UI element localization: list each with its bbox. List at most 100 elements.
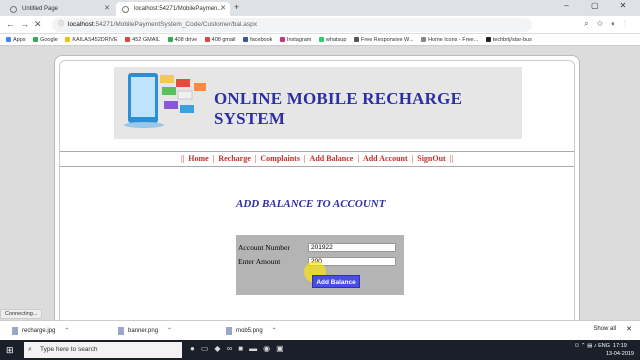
taskbar-clock[interactable]: 17:19 13-04-2019 [606, 342, 634, 358]
browser-toolbar: ← → ✕ ⓘ localhost:54271/MobilePaymentSys… [0, 16, 640, 34]
gmail-icon [204, 37, 210, 42]
system-tray: ⚇ ⌃ ▤ ♪ ENG [574, 343, 610, 349]
menu-add-account[interactable]: Add Account [363, 154, 408, 163]
drive-icon [167, 37, 173, 42]
clock-time: 17:19 [613, 343, 627, 349]
window-controls: – ▢ ✕ [554, 1, 636, 10]
github-icon [485, 37, 491, 42]
bookmark-facebook[interactable]: facebook [243, 34, 272, 46]
terminal-icon[interactable]: ■ [238, 344, 249, 353]
home-icon [421, 37, 427, 42]
page-viewport: ONLINE MOBILE RECHARGE SYSTEM || Home | Rec… [0, 46, 640, 320]
bookmarks-bar: Apps Google KAILAS452DRIVE 452 GMAIL 408… [0, 34, 640, 46]
clock-date: 13-04-2019 [605, 351, 634, 357]
google-icon [33, 37, 39, 42]
task-view-icon[interactable]: ▭ [201, 344, 215, 353]
star-icon[interactable]: ☆ [597, 19, 612, 28]
bookmark-google[interactable]: Google [33, 34, 58, 46]
page-favicon-icon [122, 6, 129, 13]
file-icon [226, 327, 232, 335]
search-placeholder: Type here to search [40, 346, 98, 353]
chevron-up-icon[interactable]: ⌃ [272, 325, 277, 337]
volume-icon[interactable]: ♪ [594, 343, 597, 349]
menu-complaints[interactable]: Complaints [260, 154, 300, 163]
close-window-button[interactable]: ✕ [610, 1, 636, 10]
whatsapp-icon [318, 37, 324, 42]
add-balance-button[interactable]: Add Balance [312, 275, 360, 288]
site-title: ONLINE MOBILE RECHARGE SYSTEM [214, 89, 463, 128]
bookmark-free-responsive[interactable]: Free Responsive W... [353, 34, 414, 46]
maximize-button[interactable]: ▢ [582, 1, 608, 10]
tab-title: localhost:54271/MobilePaymen... [134, 6, 223, 12]
bookmark-408-gmail[interactable]: 408 gmail [204, 34, 236, 46]
browser-tab-untitled[interactable]: Untitled Page ✕ [4, 2, 114, 16]
close-tab-icon[interactable]: ✕ [104, 2, 110, 16]
close-tab-icon[interactable]: ✕ [220, 2, 226, 16]
show-all-downloads-button[interactable]: Show all [593, 326, 616, 332]
microphone-icon[interactable]: ● [190, 344, 201, 353]
drive-icon [65, 37, 71, 42]
amount-label: Enter Amount [238, 257, 281, 266]
search-icon: ⌕ [28, 346, 32, 353]
mobile-recharge-graphic-icon [124, 73, 206, 128]
search-icon[interactable]: ⌕ [584, 19, 596, 28]
forward-arrow-icon[interactable]: → [20, 19, 29, 29]
account-number-input[interactable]: 201922 [308, 243, 396, 252]
bookmark-408-drive[interactable]: 408 drive [167, 34, 197, 46]
menu-signout[interactable]: SignOut [417, 154, 445, 163]
web-icon [353, 37, 359, 42]
app-icon[interactable]: ▣ [276, 344, 290, 353]
bookmark-instagram[interactable]: Instagram [279, 34, 311, 46]
chrome-icon[interactable]: ◉ [263, 344, 276, 353]
stop-loading-icon[interactable]: ✕ [34, 19, 42, 30]
url-path: :54271/MobilePaymentSystem_Code/Customer… [93, 21, 257, 28]
page-container: ONLINE MOBILE RECHARGE SYSTEM || Home | Rec… [54, 55, 580, 320]
browser-tab-active[interactable]: localhost:54271/MobilePaymen... ✕ [116, 2, 230, 16]
people-icon[interactable]: ⚇ [574, 343, 579, 349]
new-tab-button[interactable]: + [234, 2, 239, 12]
minimize-button[interactable]: – [554, 1, 580, 10]
menu-icon[interactable]: ⋮ [624, 19, 634, 28]
chevron-up-icon[interactable]: ⌃ [167, 325, 172, 337]
tab-title: Untitled Page [22, 6, 59, 12]
toolbar-icons: ⌕☆◐⋮ [584, 19, 634, 29]
bookmark-whatsup[interactable]: whatsup [318, 34, 346, 46]
windows-start-icon[interactable]: ⊞ [6, 345, 14, 356]
network-icon[interactable]: ▤ [587, 343, 592, 349]
taskbar: ⊞ ⌕ Type here to search ●▭◆∞■▬◉▣ ⚇ ⌃ ▤ ♪… [0, 340, 640, 360]
page-frame: ONLINE MOBILE RECHARGE SYSTEM || Home | Rec… [59, 60, 575, 320]
facebook-icon [243, 37, 249, 42]
download-item[interactable]: recharge.jpg ⌃ [12, 325, 69, 337]
gmail-icon [125, 37, 131, 42]
menu-recharge[interactable]: Recharge [218, 154, 250, 163]
file-explorer-icon[interactable]: ▬ [249, 344, 263, 353]
status-bubble: Connecting... [0, 309, 43, 319]
page-favicon-icon [10, 6, 17, 13]
chevron-up-icon[interactable]: ⌃ [581, 343, 586, 349]
chevron-up-icon[interactable]: ⌃ [64, 325, 69, 337]
photo-app-icon[interactable]: ◆ [214, 344, 226, 353]
download-filename: mob5.png [236, 328, 263, 334]
back-arrow-icon[interactable]: ← [6, 19, 15, 29]
bookmark-kailas-drive[interactable]: KAILAS452DRIVE [65, 34, 118, 46]
info-icon[interactable]: ⓘ [58, 18, 64, 32]
bookmark-techbrij[interactable]: techbrij/star-bus [485, 34, 532, 46]
download-item[interactable]: mob5.png ⌃ [226, 325, 277, 337]
bookmark-home-icons[interactable]: Home Icons - Free... [421, 34, 478, 46]
close-icon[interactable]: ✕ [626, 325, 632, 333]
menu-add-balance[interactable]: Add Balance [310, 154, 354, 163]
extension-icon[interactable]: ◐ [611, 19, 624, 28]
bookmark-apps[interactable]: Apps [6, 34, 26, 46]
instagram-icon [279, 37, 285, 42]
add-balance-form: Account Number 201922 Enter Amount 200 A… [236, 235, 404, 295]
bookmark-452-gmail[interactable]: 452 GMAIL [125, 34, 160, 46]
address-bar[interactable]: ⓘ localhost:54271/MobilePaymentSystem_Co… [52, 18, 532, 32]
apps-grid-icon [6, 37, 11, 42]
url-host: localhost [68, 21, 94, 28]
main-menu: || Home | Recharge | Complaints | Add Balance | A… [60, 151, 574, 167]
downloads-shelf: recharge.jpg ⌃ banner.png ⌃ mob5.png ⌃ S… [0, 320, 640, 340]
menu-home[interactable]: Home [188, 154, 208, 163]
browser-app-icon[interactable]: ∞ [227, 344, 239, 353]
taskbar-search-input[interactable]: ⌕ Type here to search [24, 342, 182, 358]
download-item[interactable]: banner.png ⌃ [118, 325, 172, 337]
